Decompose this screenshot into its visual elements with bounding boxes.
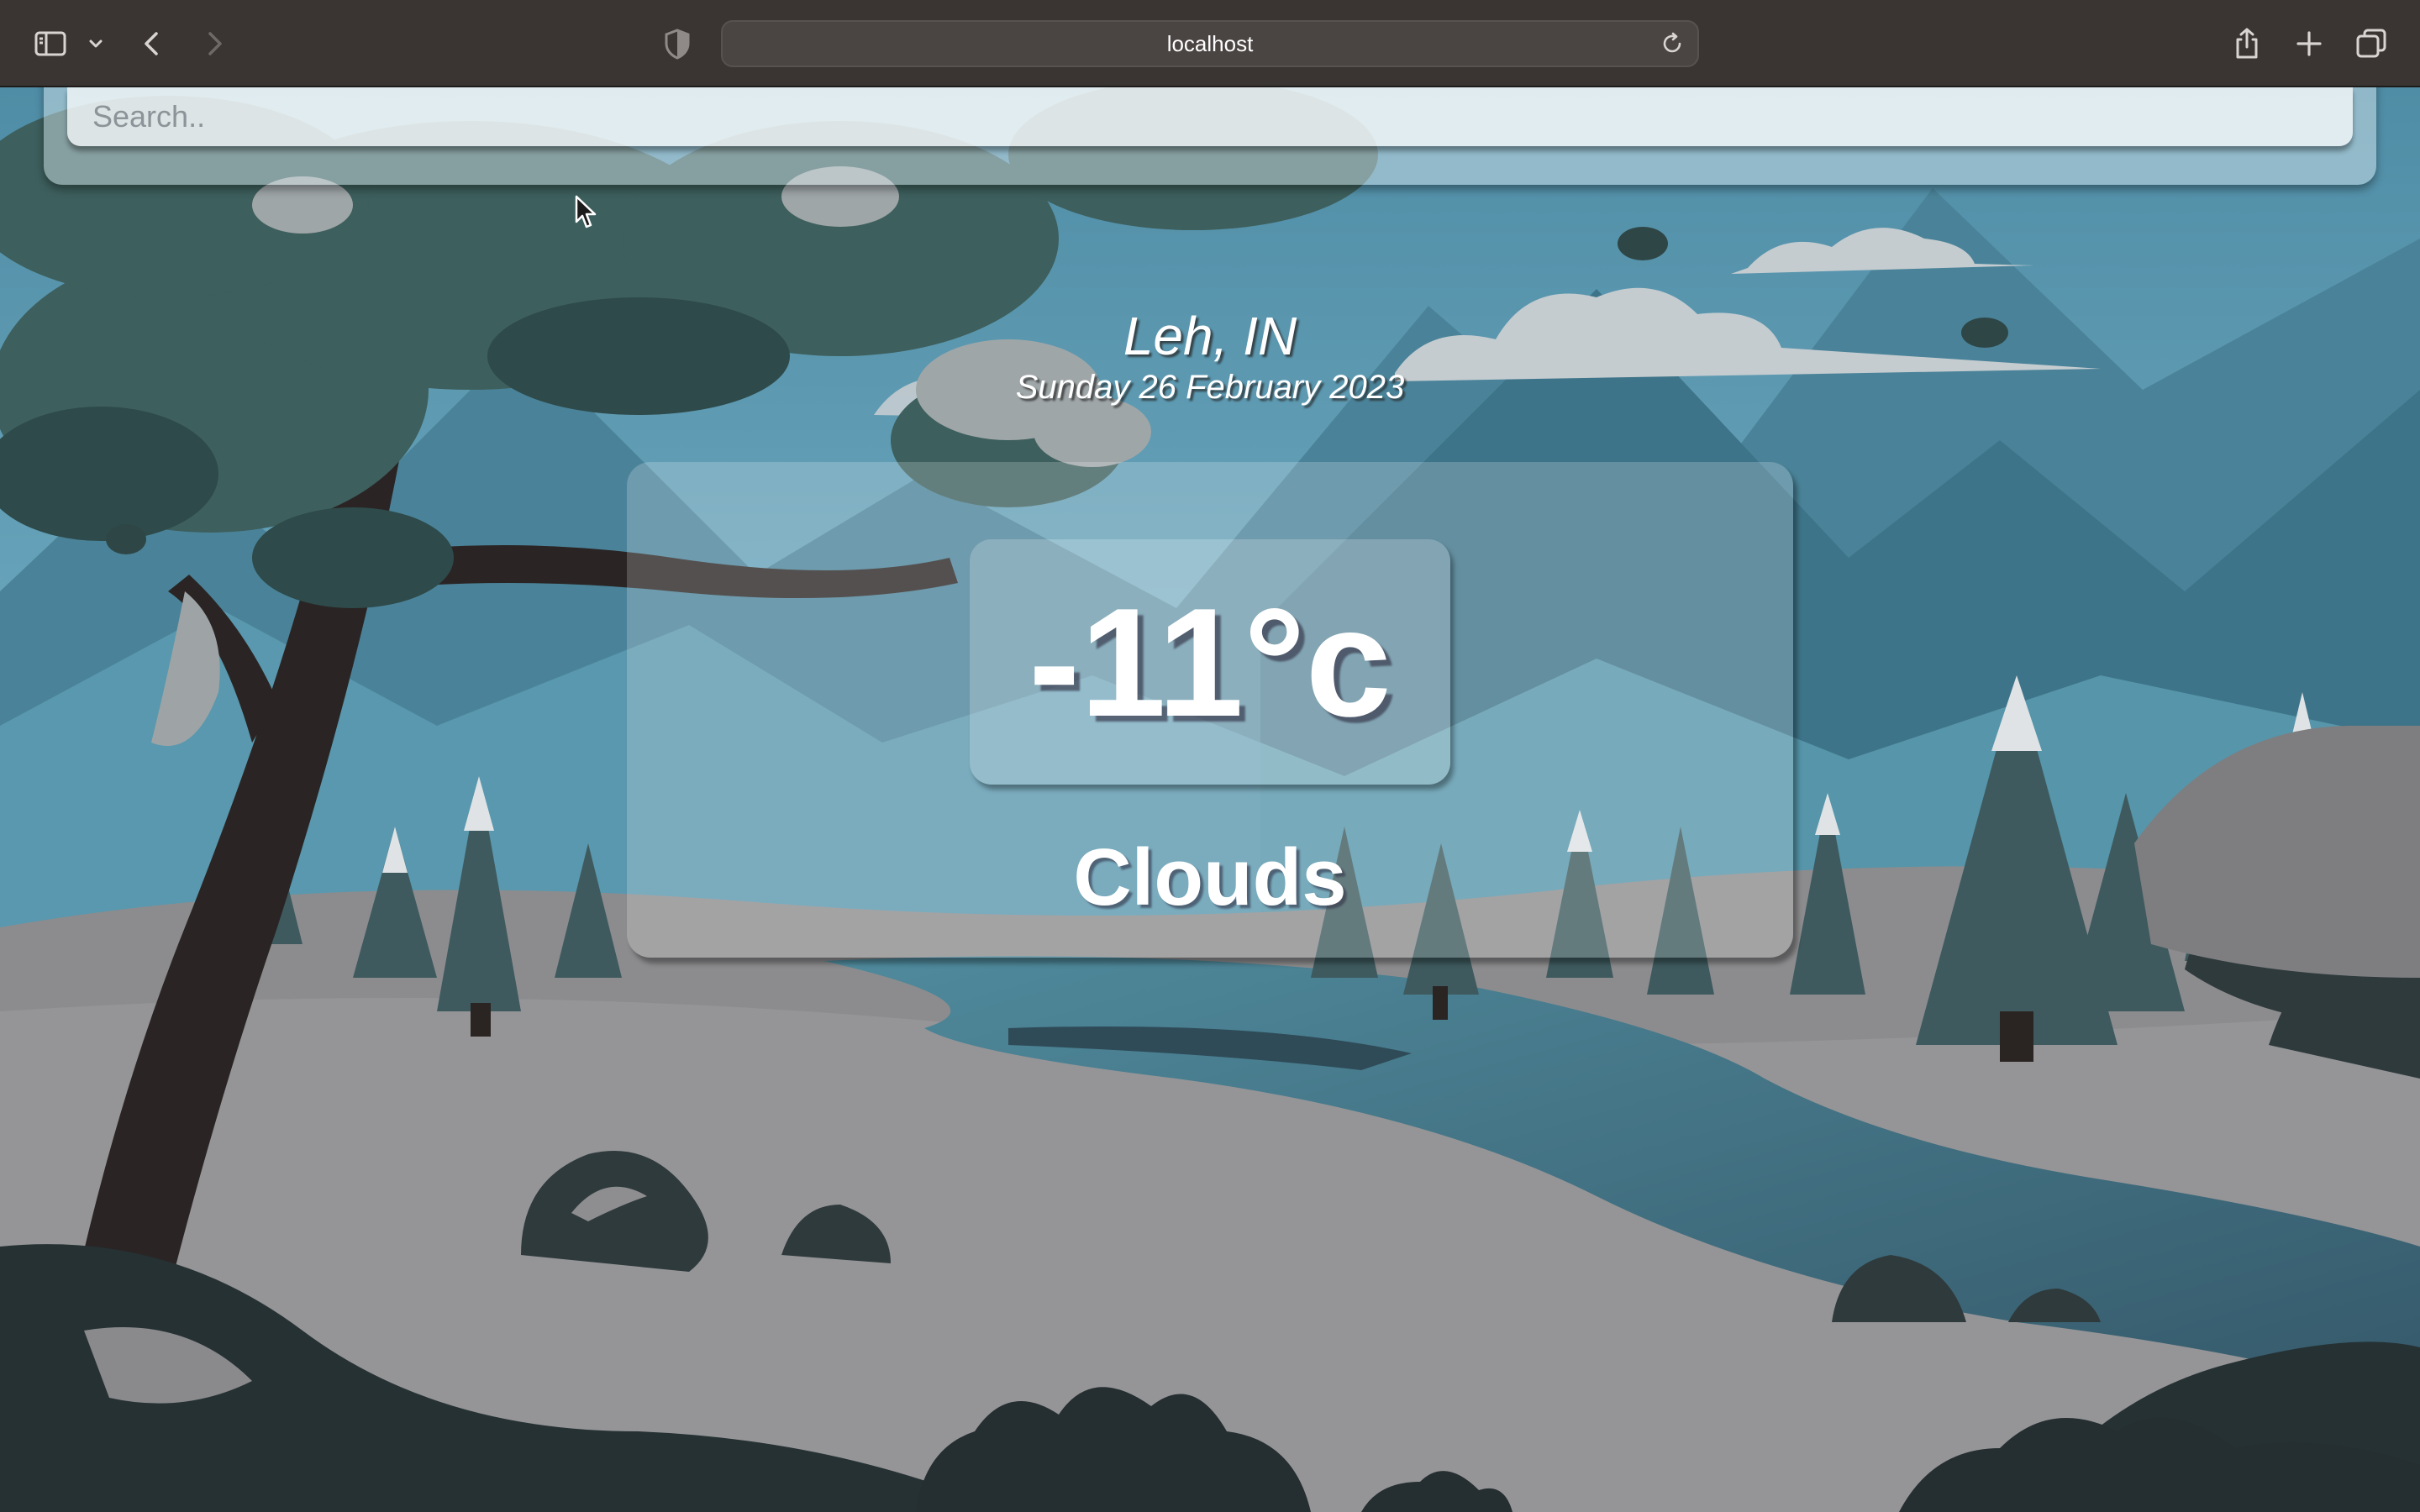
sidebar-icon[interactable] [32, 25, 69, 62]
shield-icon[interactable] [662, 25, 692, 62]
location-header: Leh, IN Sunday 26 February 2023 [0, 304, 2420, 407]
address-text: localhost [1166, 31, 1254, 56]
chevron-left-icon[interactable] [134, 25, 171, 62]
page-viewport: Leh, IN Sunday 26 February 2023 -11°c Cl… [0, 87, 2420, 1512]
current-date: Sunday 26 February 2023 [1015, 369, 1405, 406]
plus-icon[interactable] [2291, 25, 2328, 62]
search-input[interactable] [67, 87, 2353, 146]
city-name: Leh, IN [1123, 306, 1297, 366]
browser-toolbar: localhost [0, 0, 2420, 87]
temperature-box: -11°c [970, 539, 1450, 785]
browser-window: localhost Search.. Leh, IN Sunday 26 Feb… [0, 0, 2420, 1512]
chevron-down-icon[interactable] [84, 25, 108, 62]
chevron-right-icon[interactable] [195, 25, 232, 62]
weather-condition: Clouds [1073, 832, 1347, 922]
mouse-cursor-icon [575, 195, 597, 228]
reload-icon[interactable] [1659, 30, 1686, 57]
tabs-overview-icon[interactable] [2353, 25, 2390, 62]
search-panel [44, 87, 2376, 185]
address-bar[interactable]: localhost [721, 20, 1699, 67]
temperature-value: -11°c [1028, 575, 1392, 748]
weather-card: -11°c Clouds [627, 462, 1793, 958]
share-icon[interactable] [2228, 25, 2265, 62]
